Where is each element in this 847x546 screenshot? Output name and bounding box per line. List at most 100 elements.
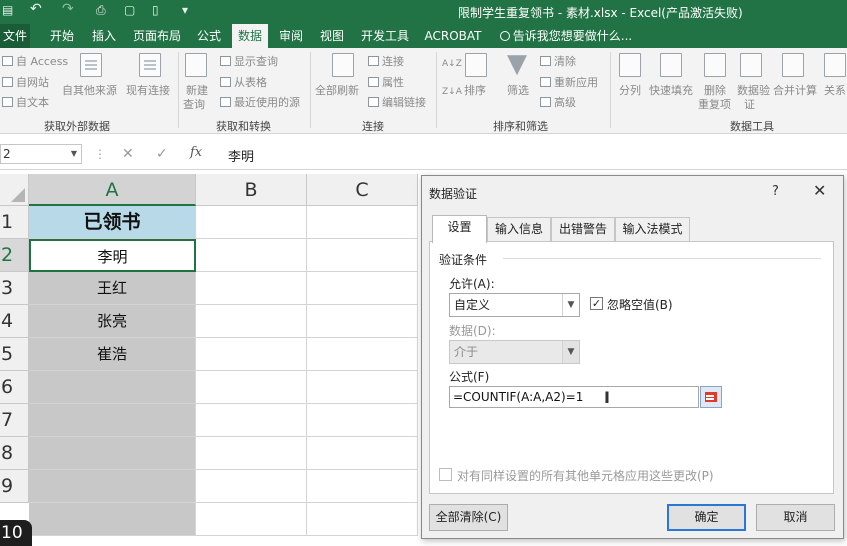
cell-c1[interactable]	[307, 206, 418, 239]
chevron-down-icon[interactable]: ▼	[562, 294, 579, 316]
enter-entry-icon[interactable]: ✓	[156, 146, 168, 162]
filter-button[interactable]: 筛选	[507, 84, 529, 97]
redo-icon[interactable]: ↷	[62, 1, 74, 17]
help-icon[interactable]: ?	[772, 184, 779, 199]
refresh-all-button[interactable]: 全部刷新	[315, 84, 359, 97]
cell-a10[interactable]	[29, 503, 196, 536]
new-query-button-line2[interactable]: 查询	[183, 98, 205, 111]
from-web-button[interactable]: 自网站	[2, 76, 49, 89]
apply-to-all-checkbox[interactable]	[439, 468, 452, 481]
formula-input[interactable]: =COUNTIF(A:A,A2)=1	[449, 386, 699, 408]
tab-file[interactable]: 文件	[0, 24, 30, 48]
recent-sources-button[interactable]: 最近使用的源	[220, 96, 300, 109]
cell-a8[interactable]	[29, 437, 196, 470]
remove-duplicates-button-line2[interactable]: 重复项	[698, 98, 731, 111]
relationships-button[interactable]: 关系	[824, 84, 846, 97]
cell-a5[interactable]: 崔浩	[29, 338, 196, 371]
cell-c7[interactable]	[307, 404, 418, 437]
tab-developer[interactable]: 开发工具	[356, 24, 414, 48]
sort-za-button[interactable]: Z↓A	[442, 86, 462, 99]
tab-review[interactable]: 审阅	[274, 24, 308, 48]
cell-b10[interactable]	[196, 503, 307, 536]
row-header-4[interactable]: 4	[0, 305, 29, 338]
cell-b3[interactable]	[196, 272, 307, 305]
row-header-10[interactable]: 10	[0, 520, 32, 546]
customize-quick-access-icon[interactable]: ▾	[182, 3, 188, 17]
row-header-1[interactable]: 1	[0, 206, 29, 239]
save-icon[interactable]: ▤	[2, 3, 13, 17]
row-header-7[interactable]: 7	[0, 404, 29, 437]
cell-c5[interactable]	[307, 338, 418, 371]
clear-filter-button[interactable]: 清除	[540, 55, 576, 68]
tab-page-layout[interactable]: 页面布局	[128, 24, 186, 48]
chevron-down-icon[interactable]: ▼	[562, 341, 579, 363]
cell-c3[interactable]	[307, 272, 418, 305]
from-table-button[interactable]: 从表格	[220, 76, 267, 89]
cell-a2[interactable]: 李明	[29, 239, 196, 272]
tab-data[interactable]: 数据	[232, 24, 268, 48]
tab-acrobat[interactable]: ACROBAT	[420, 24, 486, 48]
advanced-filter-button[interactable]: 高级	[540, 96, 576, 109]
cell-c2[interactable]	[307, 239, 418, 272]
cell-a3[interactable]: 王红	[29, 272, 196, 305]
row-header-3[interactable]: 3	[0, 272, 29, 305]
text-to-columns-button[interactable]: 分列	[619, 84, 641, 97]
cell-a1[interactable]: 已领书	[29, 206, 196, 239]
cell-b1[interactable]	[196, 206, 307, 239]
row-header-5[interactable]: 5	[0, 338, 29, 371]
preview-icon[interactable]: ▢	[124, 3, 135, 17]
cell-b9[interactable]	[196, 470, 307, 503]
row-header-2[interactable]: 2	[0, 239, 29, 272]
cell-c8[interactable]	[307, 437, 418, 470]
connections-button[interactable]: 连接	[368, 55, 404, 68]
data-validation-button[interactable]: 数据验	[737, 84, 770, 97]
from-access-button[interactable]: 自 Access	[2, 55, 68, 68]
column-header-b[interactable]: B	[196, 174, 307, 206]
tab-view[interactable]: 视图	[316, 24, 348, 48]
undo-icon[interactable]: ↶	[30, 1, 42, 17]
from-text-button[interactable]: 自文本	[2, 96, 49, 109]
select-all-corner[interactable]	[0, 174, 29, 206]
consolidate-button[interactable]: 合并计算	[773, 84, 817, 97]
cell-b6[interactable]	[196, 371, 307, 404]
from-other-sources-button[interactable]: 自其他来源	[62, 84, 117, 97]
cell-b7[interactable]	[196, 404, 307, 437]
tab-formulas[interactable]: 公式	[192, 24, 226, 48]
cell-b5[interactable]	[196, 338, 307, 371]
reapply-button[interactable]: 重新应用	[540, 76, 598, 89]
name-box[interactable]: 2 ▼	[0, 144, 82, 164]
cell-c4[interactable]	[307, 305, 418, 338]
cell-b8[interactable]	[196, 437, 307, 470]
row-header-9[interactable]: 9	[0, 470, 29, 503]
column-header-c[interactable]: C	[307, 174, 418, 206]
cell-c6[interactable]	[307, 371, 418, 404]
flash-fill-button[interactable]: 快速填充	[649, 84, 693, 97]
tell-me-search[interactable]: 告诉我您想要做什么...	[496, 24, 636, 48]
sort-button[interactable]: 排序	[464, 84, 486, 97]
clear-all-button[interactable]: 全部清除(C)	[429, 504, 508, 531]
cell-c9[interactable]	[307, 470, 418, 503]
close-icon[interactable]: ✕	[813, 181, 826, 200]
data-select[interactable]: 介于 ▼	[449, 340, 580, 364]
tab-ime-mode[interactable]: 输入法模式	[615, 217, 690, 241]
new-query-button[interactable]: 新建	[186, 84, 208, 97]
remove-duplicates-button[interactable]: 删除	[704, 84, 726, 97]
row-header-6[interactable]: 6	[0, 371, 29, 404]
print-icon[interactable]: ⎙	[96, 3, 106, 18]
cell-b2[interactable]	[196, 239, 307, 272]
properties-button[interactable]: 属性	[368, 76, 404, 89]
show-queries-button[interactable]: 显示查询	[220, 55, 278, 68]
name-box-dropdown-icon[interactable]: ▼	[71, 145, 77, 163]
cell-a6[interactable]	[29, 371, 196, 404]
insert-function-icon[interactable]: fx	[190, 145, 202, 160]
tab-input-message[interactable]: 输入信息	[487, 217, 551, 241]
cell-a7[interactable]	[29, 404, 196, 437]
ok-button[interactable]: 确定	[667, 504, 746, 531]
cell-a4[interactable]: 张亮	[29, 305, 196, 338]
ignore-blank-checkbox[interactable]: ✓	[590, 297, 603, 310]
cell-a9[interactable]	[29, 470, 196, 503]
row-header-8[interactable]: 8	[0, 437, 29, 470]
existing-connections-button[interactable]: 现有连接	[126, 84, 170, 97]
cancel-button[interactable]: 取消	[756, 504, 835, 531]
tab-error-alert[interactable]: 出错警告	[551, 217, 615, 241]
